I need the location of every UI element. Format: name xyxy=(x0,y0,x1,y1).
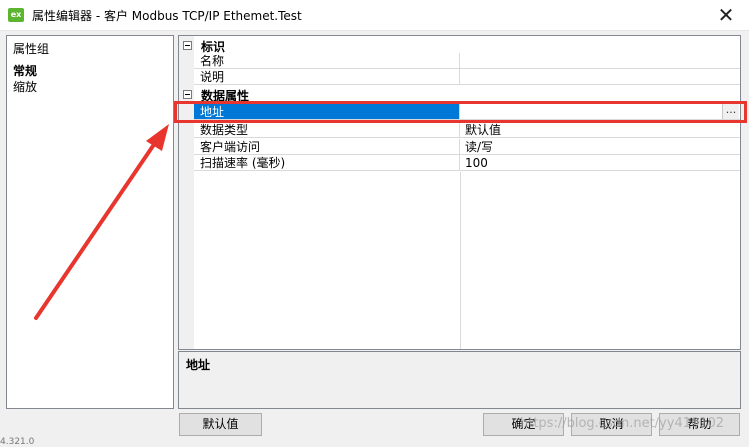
default-button[interactable]: 默认值 xyxy=(179,413,262,436)
description-title: 地址 xyxy=(186,358,211,372)
property-name: 名称 xyxy=(194,53,460,69)
property-row-client-access[interactable]: 客户端访问 读/写 xyxy=(179,139,740,156)
property-row-data-type[interactable]: 数据类型 默认值 xyxy=(179,122,740,139)
column-divider xyxy=(460,172,461,349)
collapse-icon[interactable] xyxy=(183,41,192,50)
property-value[interactable]: 读/写 xyxy=(460,139,740,155)
property-groups-header: 属性组 xyxy=(13,42,50,56)
property-name: 扫描速率 (毫秒) xyxy=(194,155,460,171)
property-name: 地址 xyxy=(194,104,460,120)
property-value[interactable]: 默认值 xyxy=(460,122,740,138)
property-value[interactable]: 100 xyxy=(460,155,740,171)
close-icon[interactable]: ✕ xyxy=(703,0,749,30)
cancel-button[interactable]: 取消 xyxy=(571,413,652,436)
property-value[interactable] xyxy=(460,69,740,85)
property-value[interactable] xyxy=(460,53,740,69)
property-name: 客户端访问 xyxy=(194,139,460,155)
property-row-scan-rate[interactable]: 扫描速率 (毫秒) 100 xyxy=(179,155,740,172)
property-row-address[interactable]: 地址 ... xyxy=(179,104,740,121)
property-row-name[interactable]: 名称 xyxy=(179,53,740,70)
description-panel: 地址 xyxy=(178,351,741,409)
group-item-scaling[interactable]: 缩放 xyxy=(13,78,37,95)
group-item-general[interactable]: 常规 xyxy=(13,62,37,79)
title-bar: ex 属性编辑器 - 客户 Modbus TCP/IP Ethemet.Test… xyxy=(0,0,749,31)
property-row-description[interactable]: 说明 xyxy=(179,69,740,86)
property-name: 数据类型 xyxy=(194,122,460,138)
browse-button[interactable]: ... xyxy=(722,104,739,119)
help-button[interactable]: 帮助 xyxy=(659,413,740,436)
window-title: 属性编辑器 - 客户 Modbus TCP/IP Ethemet.Test xyxy=(32,9,302,23)
category-label: 数据属性 xyxy=(201,89,250,103)
category-row-data-properties[interactable]: 数据属性 xyxy=(179,86,740,103)
property-name: 说明 xyxy=(194,69,460,85)
collapse-icon[interactable] xyxy=(183,90,192,99)
app-icon: ex xyxy=(8,8,24,22)
property-grid: 标识 名称 说明 数据属性 地址 ... 数据类型 默认值 客户端访问 读/写 … xyxy=(178,35,741,350)
ok-button[interactable]: 确定 xyxy=(483,413,564,436)
property-value[interactable] xyxy=(460,104,740,120)
property-groups-panel: 属性组 常规 缩放 xyxy=(6,35,174,409)
category-row-identification[interactable]: 标识 xyxy=(179,37,740,54)
